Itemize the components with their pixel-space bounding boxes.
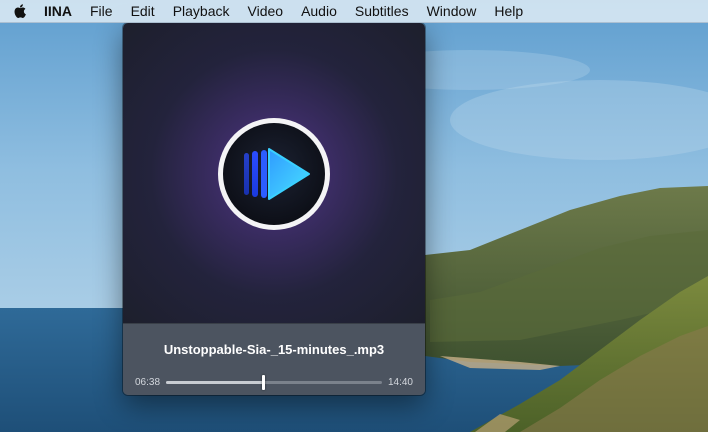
menu-help[interactable]: Help xyxy=(485,0,532,22)
seek-bar-progress xyxy=(166,381,264,384)
menu-playback[interactable]: Playback xyxy=(164,0,239,22)
menu-video[interactable]: Video xyxy=(239,0,293,22)
menu-audio[interactable]: Audio xyxy=(292,0,346,22)
menu-file[interactable]: File xyxy=(81,0,122,22)
playback-controls: Unstoppable-Sia-_15-minutes_.mp3 06:38 1… xyxy=(123,323,425,395)
media-title: Unstoppable-Sia-_15-minutes_.mp3 xyxy=(163,342,385,357)
menu-edit[interactable]: Edit xyxy=(122,0,164,22)
menu-app-name[interactable]: IINA xyxy=(40,0,81,22)
menu-bar: IINA File Edit Playback Video Audio Subt… xyxy=(0,0,708,23)
album-artwork-area xyxy=(123,23,425,323)
menu-subtitles[interactable]: Subtitles xyxy=(346,0,418,22)
menu-window[interactable]: Window xyxy=(418,0,486,22)
seek-bar[interactable] xyxy=(166,375,382,390)
apple-logo-icon xyxy=(14,4,26,19)
seek-bar-knob[interactable] xyxy=(262,375,266,390)
iina-logo-icon xyxy=(217,117,331,231)
time-total[interactable]: 14:40 xyxy=(388,377,413,388)
time-elapsed[interactable]: 06:38 xyxy=(135,377,160,388)
apple-menu-button[interactable] xyxy=(0,0,40,22)
player-window[interactable]: Unstoppable-Sia-_15-minutes_.mp3 06:38 1… xyxy=(123,23,425,395)
